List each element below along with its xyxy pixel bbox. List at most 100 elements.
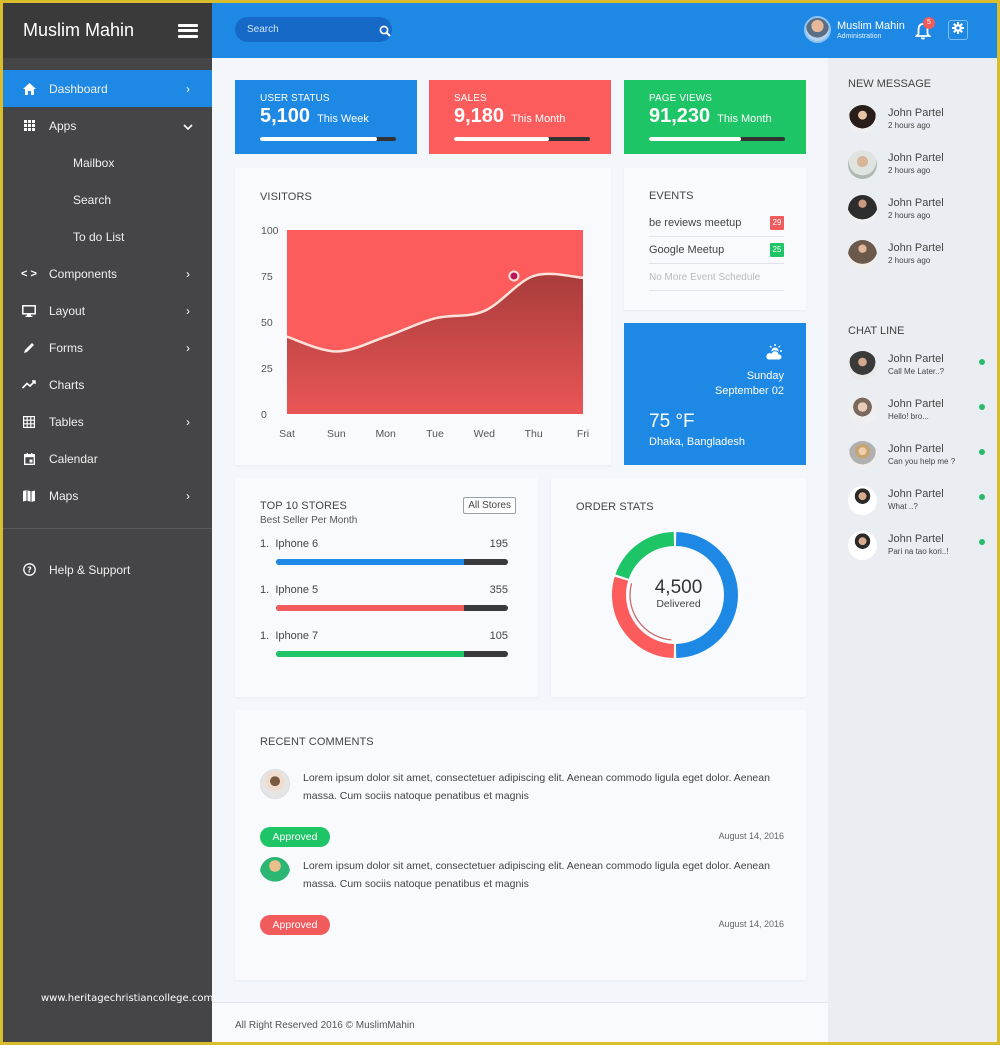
sidebar-item-maps[interactable]: Maps › xyxy=(3,477,212,514)
sidebar-item-tables[interactable]: Tables › xyxy=(3,403,212,440)
message-list: John Partel 2 hours ago John Partel 2 ho… xyxy=(828,102,997,282)
sidebar-subitem-mailbox[interactable]: Mailbox xyxy=(3,144,212,181)
map-icon xyxy=(21,488,37,504)
comment-date: August 14, 2016 xyxy=(718,919,784,929)
message-avatar xyxy=(848,150,877,179)
chat-avatar xyxy=(848,531,877,560)
store-item: 1. Iphone 7 105 xyxy=(260,630,508,657)
events-card: EVENTS be reviews meetup 29 Google Meetu… xyxy=(624,168,806,310)
x-tick-label: Thu xyxy=(525,428,543,440)
message-avatar xyxy=(848,240,877,269)
message-sender: John Partel xyxy=(888,197,944,209)
message-item[interactable]: John Partel 2 hours ago xyxy=(828,237,997,282)
brand-name: Muslim Mahin xyxy=(23,20,135,40)
message-item[interactable]: John Partel 2 hours ago xyxy=(828,147,997,192)
chat-message: What ..? xyxy=(888,502,918,511)
sidebar-item-dashboard[interactable]: Dashboard › xyxy=(3,70,212,107)
search-icon[interactable] xyxy=(379,24,391,37)
store-progress-fill xyxy=(276,559,464,565)
weather-card: Sunday September 02 75 °F Dhaka, Banglad… xyxy=(624,323,806,465)
sidebar-item-apps[interactable]: Apps xyxy=(3,107,212,144)
chat-line-title: CHAT LINE xyxy=(848,325,905,337)
chat-avatar xyxy=(848,441,877,470)
user-profile[interactable]: Muslim Mahin Administration xyxy=(804,16,905,43)
stat-progress-fill xyxy=(260,137,377,141)
chat-item[interactable]: John Partel What ..? xyxy=(828,483,997,528)
table-icon xyxy=(21,414,37,430)
event-date-badge: 25 xyxy=(770,243,784,257)
order-total-label: Delivered xyxy=(656,598,701,610)
code-icon: < > xyxy=(21,267,37,280)
y-tick-label: 75 xyxy=(261,271,273,283)
chat-item[interactable]: John Partel Call Me Later..? xyxy=(828,348,997,393)
chat-item[interactable]: John Partel Hello! bro... xyxy=(828,393,997,438)
store-item: 1. Iphone 6 195 xyxy=(260,538,508,565)
store-name: Iphone 7 xyxy=(275,630,319,642)
sidebar-item-components[interactable]: < > Components › xyxy=(3,255,212,292)
right-panel: NEW MESSAGE John Partel 2 hours ago John… xyxy=(828,58,997,1042)
stat-value: 5,100 xyxy=(260,105,311,127)
store-name: Iphone 5 xyxy=(275,584,319,596)
x-tick-label: Tue xyxy=(426,428,444,440)
message-avatar xyxy=(848,195,877,224)
footer: All Right Reserved 2016 © MuslimMahin xyxy=(212,1002,828,1042)
sidebar-item-forms[interactable]: Forms › xyxy=(3,329,212,366)
store-progress-fill xyxy=(276,651,464,657)
chevron-right-icon: › xyxy=(186,81,190,96)
event-date-badge: 29 xyxy=(770,216,784,230)
chat-message: Pari na tao kori..! xyxy=(888,547,949,556)
sidebar-item-help[interactable]: ? Help & Support xyxy=(3,551,212,588)
message-item[interactable]: John Partel 2 hours ago xyxy=(828,192,997,237)
chat-sender: John Partel xyxy=(888,488,944,500)
x-tick-label: Mon xyxy=(375,428,396,440)
sidebar-item-charts[interactable]: Charts xyxy=(3,366,212,403)
chevron-right-icon: › xyxy=(186,266,190,281)
comment-text: Lorem ipsum dolor sit amet, consectetuer… xyxy=(303,772,770,802)
stat-card-sales: SALES 9,180 This Month xyxy=(429,80,611,154)
donut-segment[interactable] xyxy=(615,532,675,580)
weather-location: Dhaka, Bangladesh xyxy=(649,436,746,448)
online-status-dot xyxy=(979,449,985,455)
sidebar-subitem-todo[interactable]: To do List xyxy=(3,218,212,255)
menu-toggle-icon[interactable] xyxy=(178,23,198,38)
message-time: 2 hours ago xyxy=(888,166,931,175)
chat-sender: John Partel xyxy=(888,353,944,365)
top-stores-card: TOP 10 STORES Best Seller Per Month All … xyxy=(235,478,538,697)
highlight-point[interactable] xyxy=(508,270,520,282)
message-item[interactable]: John Partel 2 hours ago xyxy=(828,102,997,147)
store-progress-bar xyxy=(276,651,508,657)
all-stores-button[interactable]: All Stores xyxy=(463,497,516,514)
app-frame: Muslim Mahin Dashboard › Apps Mailbox Se… xyxy=(3,3,997,1042)
sidebar-item-label: Tables xyxy=(49,414,84,429)
recent-comments-card: RECENT COMMENTS Lorem ipsum dolor sit am… xyxy=(235,710,806,980)
sidebar-item-layout[interactable]: Layout › xyxy=(3,292,212,329)
chat-item[interactable]: John Partel Can you help me ? xyxy=(828,438,997,483)
user-avatar[interactable] xyxy=(804,16,831,43)
sidebar-item-calendar[interactable]: Calendar xyxy=(3,440,212,477)
new-message-title: NEW MESSAGE xyxy=(848,78,932,90)
sidebar-item-label: Charts xyxy=(49,377,85,392)
store-value: 355 xyxy=(489,584,508,596)
online-status-dot xyxy=(979,494,985,500)
event-item[interactable]: Google Meetup 25 xyxy=(649,237,784,264)
message-time: 2 hours ago xyxy=(888,256,931,265)
weather-date: September 02 xyxy=(714,385,784,397)
y-tick-label: 100 xyxy=(261,225,279,237)
store-value: 195 xyxy=(489,538,508,550)
comment-item: Lorem ipsum dolor sit amet, consectetuer… xyxy=(260,769,784,849)
store-progress-fill xyxy=(276,605,464,611)
approved-badge[interactable]: Approved xyxy=(260,827,330,847)
approved-badge[interactable]: Approved xyxy=(260,915,330,935)
event-item[interactable]: be reviews meetup 29 xyxy=(649,210,784,237)
partly-sunny-icon xyxy=(764,343,784,366)
sidebar-subitem-search[interactable]: Search xyxy=(3,181,212,218)
user-name: Muslim Mahin xyxy=(837,19,905,32)
x-tick-label: Sat xyxy=(279,428,295,440)
message-avatar xyxy=(848,105,877,134)
settings-button[interactable] xyxy=(948,20,968,40)
chat-avatar xyxy=(848,351,877,380)
chat-item[interactable]: John Partel Pari na tao kori..! xyxy=(828,528,997,573)
search-input[interactable] xyxy=(247,24,379,35)
comment-avatar xyxy=(260,857,290,887)
comment-text: Lorem ipsum dolor sit amet, consectetuer… xyxy=(303,860,770,890)
